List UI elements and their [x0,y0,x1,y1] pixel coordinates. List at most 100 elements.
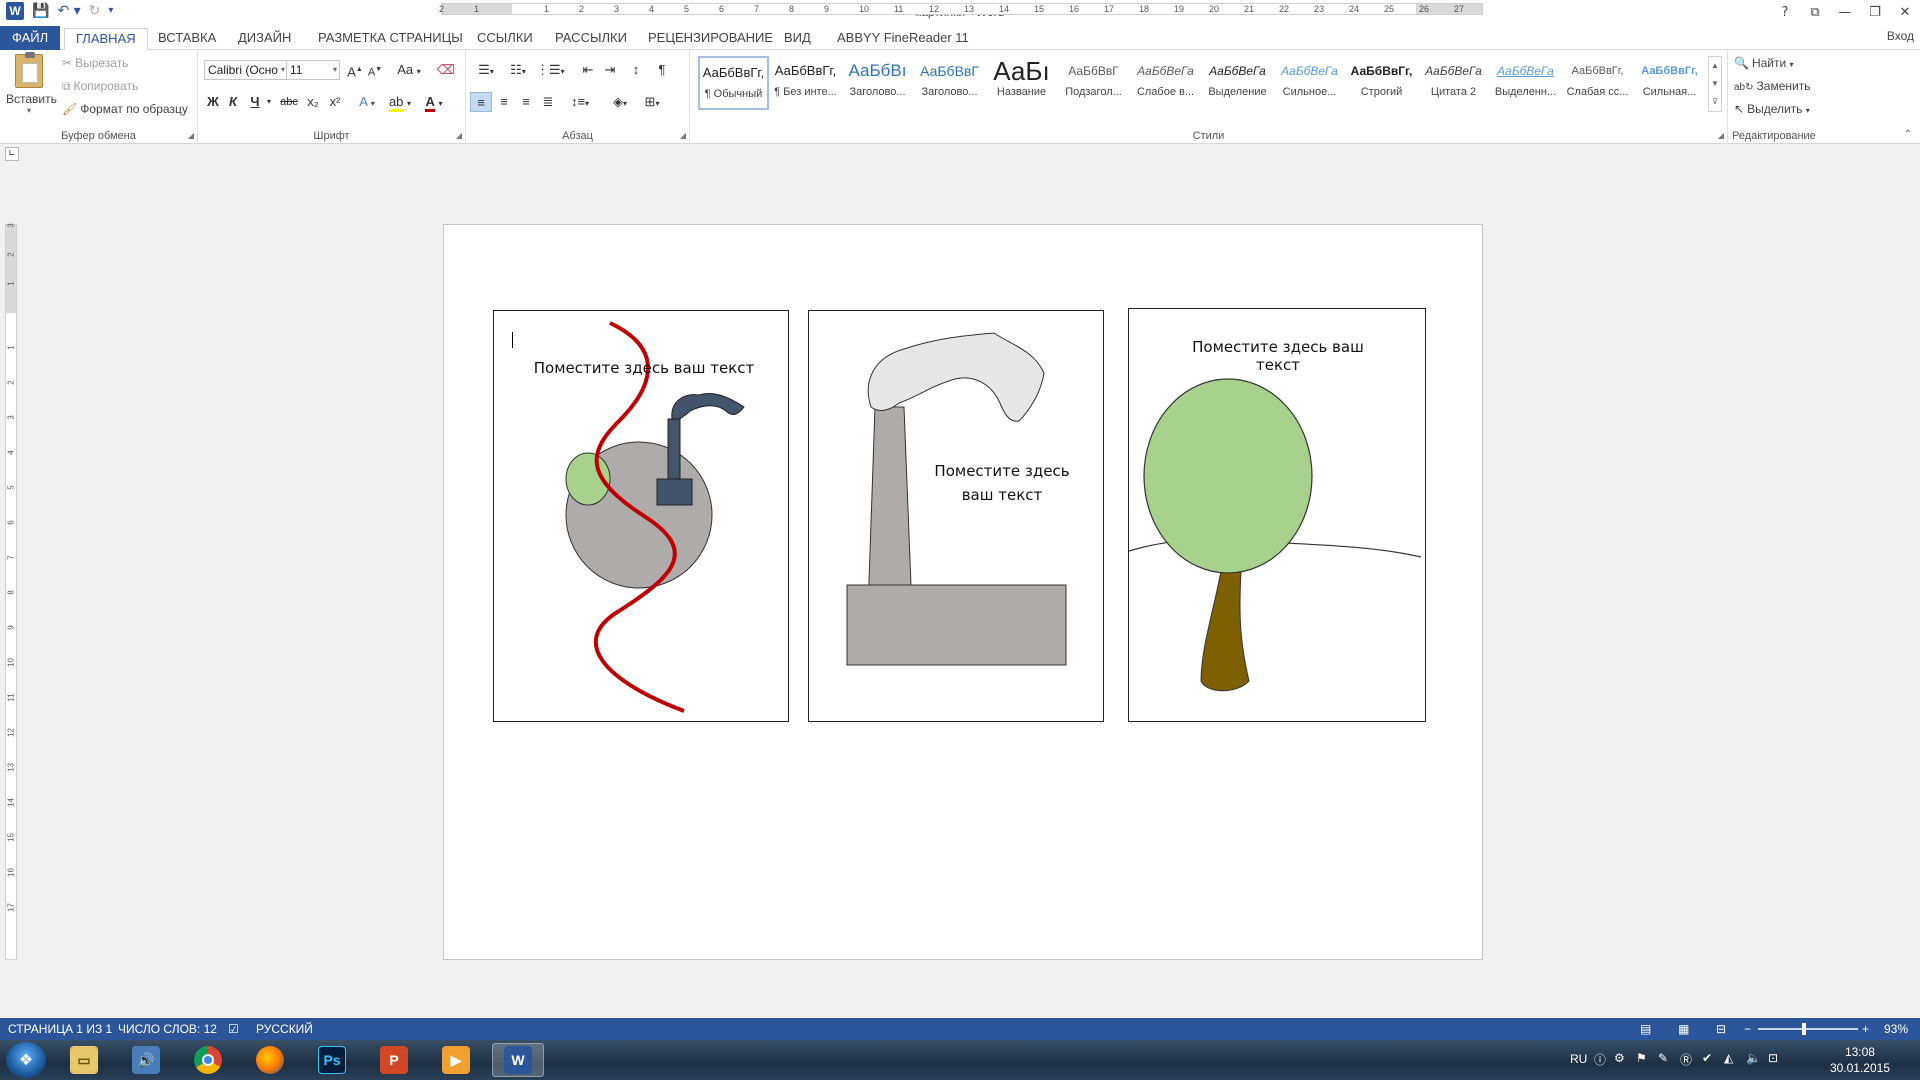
show-formatting-button[interactable]: ¶ [652,60,672,80]
styles-launcher-icon[interactable]: ◢ [1718,131,1724,140]
volume-icon[interactable]: 🔈 [1746,1051,1761,1065]
style-subtle-reference[interactable]: АаБбВвГг, Слабая сс... [1562,56,1633,110]
style-intense-reference[interactable]: АаБбВвГг, Сильная... [1634,56,1705,110]
card-tree[interactable]: Поместите здесь ваш текст [1128,308,1426,722]
word-count[interactable]: ЧИСЛО СЛОВ: 12 [118,1022,217,1036]
flag-icon[interactable]: ⚑ [1636,1051,1647,1065]
tab-mailings[interactable]: РАССЫЛКИ [555,29,627,50]
font-launcher-icon[interactable]: ◢ [456,131,462,140]
web-layout-icon[interactable]: ⊟ [1716,1022,1726,1036]
tab-references[interactable]: ССЫЛКИ [477,29,533,50]
minimize-button[interactable]: — [1830,0,1860,24]
sign-in-link[interactable]: Вход [1887,29,1914,43]
card1-text[interactable]: Поместите здесь ваш текст [514,359,774,377]
line-spacing-icon[interactable]: ↕≡▾ [566,92,594,112]
horizontal-ruler[interactable]: 2 1 1 2 3 4 5 6 7 8 9 10 11 12 13 14 15 16 17 18 19 20 21 22 23 2… [439,3,1483,15]
copy-button[interactable]: ⧉ Копировать [62,79,138,94]
shrink-font-button[interactable]: A▼ [366,60,384,80]
replace-button[interactable]: ab↻ Заменить [1734,79,1810,93]
change-case-button[interactable]: Aa ▾ [394,60,424,80]
style-strong[interactable]: АаБбВвГг, Строгий [1346,56,1417,110]
card-factory[interactable]: Поместите здесь ваш текст [808,310,1104,722]
language-indicator[interactable]: РУССКИЙ [256,1022,313,1036]
italic-button[interactable]: К [224,92,242,112]
tab-abbyy[interactable]: ABBYY FineReader 11 [837,29,969,50]
zoom-out-button[interactable]: − [1744,1022,1751,1036]
paragraph-launcher-icon[interactable]: ◢ [680,131,686,140]
input-language[interactable]: RU [1570,1052,1587,1066]
vertical-ruler[interactable]: 3 2 1 1 2 3 4 5 6 7 8 9 10 11 12 13 14 15 16 17 [5,223,17,960]
font-size-combo[interactable]: 11 ▾ [286,60,340,80]
tab-stop-selector[interactable]: ∟ [5,147,19,161]
select-button[interactable]: ↖ Выделить ▾ [1734,102,1810,116]
underline-options-icon[interactable]: ▾ [264,92,274,112]
superscript-button[interactable]: x² [326,92,344,112]
page-count[interactable]: СТРАНИЦА 1 ИЗ 1 [8,1022,112,1036]
borders-icon[interactable]: ⊞▾ [638,92,666,112]
tab-page-layout[interactable]: РАЗМЕТКА СТРАНИЦЫ [318,29,463,50]
collapse-ribbon-icon[interactable]: ⌃ [1904,129,1912,140]
print-layout-icon[interactable]: ▦ [1678,1022,1689,1036]
format-painter-button[interactable]: 🖌 Формат по образцу [62,102,188,116]
read-mode-icon[interactable]: ▤ [1640,1022,1651,1036]
style-heading-1[interactable]: АаБбВı Заголово... [842,56,913,110]
cut-button[interactable]: ✂ Вырезать [62,56,128,70]
highlight-icon[interactable]: ab ▾ [386,92,414,112]
style-intense-emphasis[interactable]: АаБбВеГа Сильное... [1274,56,1345,110]
find-button[interactable]: 🔍 Найти ▾ [1734,56,1794,70]
close-button[interactable]: ✕ [1890,0,1920,24]
align-center-icon[interactable]: ≡ [494,92,514,112]
justify-icon[interactable]: ≣ [538,92,558,112]
style-heading-2[interactable]: АаБбВвГ Заголово... [914,56,985,110]
tray-settings-icon[interactable]: ⚙ [1614,1051,1625,1065]
clear-formatting-icon[interactable]: ⌫ [436,60,456,80]
style-subtle-emphasis[interactable]: АаБбВеГа Слабое в... [1130,56,1201,110]
style-title[interactable]: АаБı Название [986,56,1057,110]
clipboard-launcher-icon[interactable]: ◢ [188,131,194,140]
style-no-spacing[interactable]: АаБбВвГг, ¶ Без инте... [770,56,841,110]
decrease-indent-icon[interactable]: ⇤ [578,60,598,80]
proofing-icon[interactable]: ☑ [228,1022,239,1036]
firefox-taskbar-button[interactable] [244,1043,296,1077]
card2-text[interactable]: Поместите здесь ваш текст [927,459,1077,507]
bold-button[interactable]: Ж [204,92,222,112]
font-color-icon[interactable]: A ▾ [420,92,448,112]
powerpoint-taskbar-button[interactable]: P [368,1043,420,1077]
explorer-taskbar-button[interactable]: ▭ [58,1043,110,1077]
paste-button[interactable]: Вставить ▾ [6,52,57,115]
zoom-slider-thumb[interactable] [1802,1023,1806,1035]
increase-indent-icon[interactable]: ⇥ [600,60,620,80]
card3-text[interactable]: Поместите здесь ваш текст [1169,338,1387,374]
player-taskbar-button[interactable]: ▶ [430,1043,482,1077]
zoom-level[interactable]: 93% [1884,1022,1908,1036]
system-clock[interactable]: 13:08 30.01.2015 [1830,1044,1890,1076]
tab-home[interactable]: ГЛАВНАЯ [64,28,148,51]
network-icon[interactable]: ⊡ [1768,1051,1778,1065]
style-normal[interactable]: АаБбВвГг, ¶ Обычный [698,56,769,110]
strikethrough-button[interactable]: abc [278,92,300,112]
sort-icon[interactable]: ↕ [626,60,646,80]
media-taskbar-button[interactable]: 🔊 [120,1043,172,1077]
align-right-icon[interactable]: ≡ [516,92,536,112]
tray-check-icon[interactable]: ✔ [1702,1051,1712,1065]
tab-file[interactable]: ФАЙЛ [0,26,61,50]
align-left-icon[interactable]: ≡ [470,92,492,112]
photoshop-taskbar-button[interactable]: Ps [306,1043,358,1077]
bullets-icon[interactable]: ☰▾ [472,60,500,80]
text-effects-icon[interactable]: A ▾ [354,92,380,112]
tab-design[interactable]: ДИЗАЙН [238,29,291,50]
styles-gallery-scroll[interactable]: ▲ ▼ ⊽ [1708,56,1722,112]
tab-view[interactable]: ВИД [784,29,811,50]
restore-button[interactable]: ❐ [1860,0,1890,24]
style-quote-2[interactable]: АаБбВеГа Цитата 2 [1418,56,1489,110]
document-page[interactable]: Поместите здесь ваш текст Поместите здес… [443,224,1483,960]
chrome-taskbar-button[interactable] [182,1043,234,1077]
ribbon-display-options-button[interactable]: ⧉ [1800,0,1830,24]
shading-icon[interactable]: ◈▾ [606,92,634,112]
multilevel-list-icon[interactable]: ⋮☰▾ [536,60,565,80]
underline-button[interactable]: Ч [246,92,264,112]
zoom-in-button[interactable]: + [1862,1022,1869,1036]
card-river-factory[interactable]: Поместите здесь ваш текст [493,310,789,722]
font-name-combo[interactable]: Calibri (Осно ▾ [204,60,288,80]
abbyy-tray-icon[interactable]: Ⓡ [1680,1051,1692,1068]
